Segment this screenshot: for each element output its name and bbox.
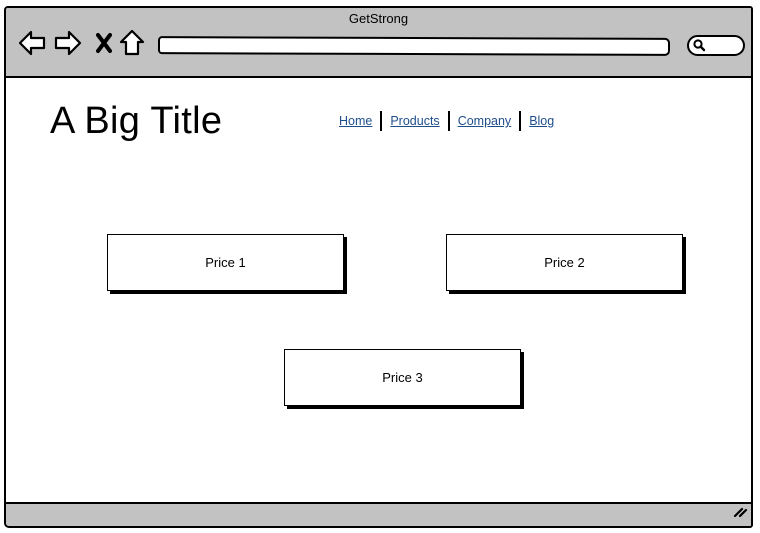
price-label: Price 1 <box>205 255 246 270</box>
top-nav: Home Products Company Blog <box>331 109 562 133</box>
back-arrow-icon[interactable] <box>18 28 46 58</box>
status-bar <box>6 502 751 526</box>
home-icon[interactable] <box>119 28 145 58</box>
page-title: A Big Title <box>50 100 223 142</box>
forward-arrow-icon[interactable] <box>54 28 82 58</box>
resize-grip-icon[interactable] <box>732 504 748 523</box>
price-button-3[interactable]: Price 3 <box>284 349 521 406</box>
nav-link-home[interactable]: Home <box>331 110 380 132</box>
price-label: Price 3 <box>382 370 423 385</box>
nav-link-company[interactable]: Company <box>450 110 520 132</box>
page-content: A Big Title Home Products Company Blog P… <box>6 78 751 506</box>
search-input[interactable] <box>687 35 745 56</box>
price-button-1[interactable]: Price 1 <box>107 234 344 291</box>
window-title: GetStrong <box>348 11 409 26</box>
price-button-2[interactable]: Price 2 <box>446 234 683 291</box>
price-label: Price 2 <box>544 255 585 270</box>
close-x-icon[interactable] <box>94 28 114 58</box>
address-bar[interactable] <box>157 36 671 56</box>
search-icon <box>692 38 706 57</box>
nav-link-products[interactable]: Products <box>382 110 447 132</box>
browser-window: GetStrong A Big Title Home Products Comp… <box>4 6 753 528</box>
nav-link-blog[interactable]: Blog <box>521 110 562 132</box>
browser-toolbar: GetStrong <box>6 8 751 78</box>
